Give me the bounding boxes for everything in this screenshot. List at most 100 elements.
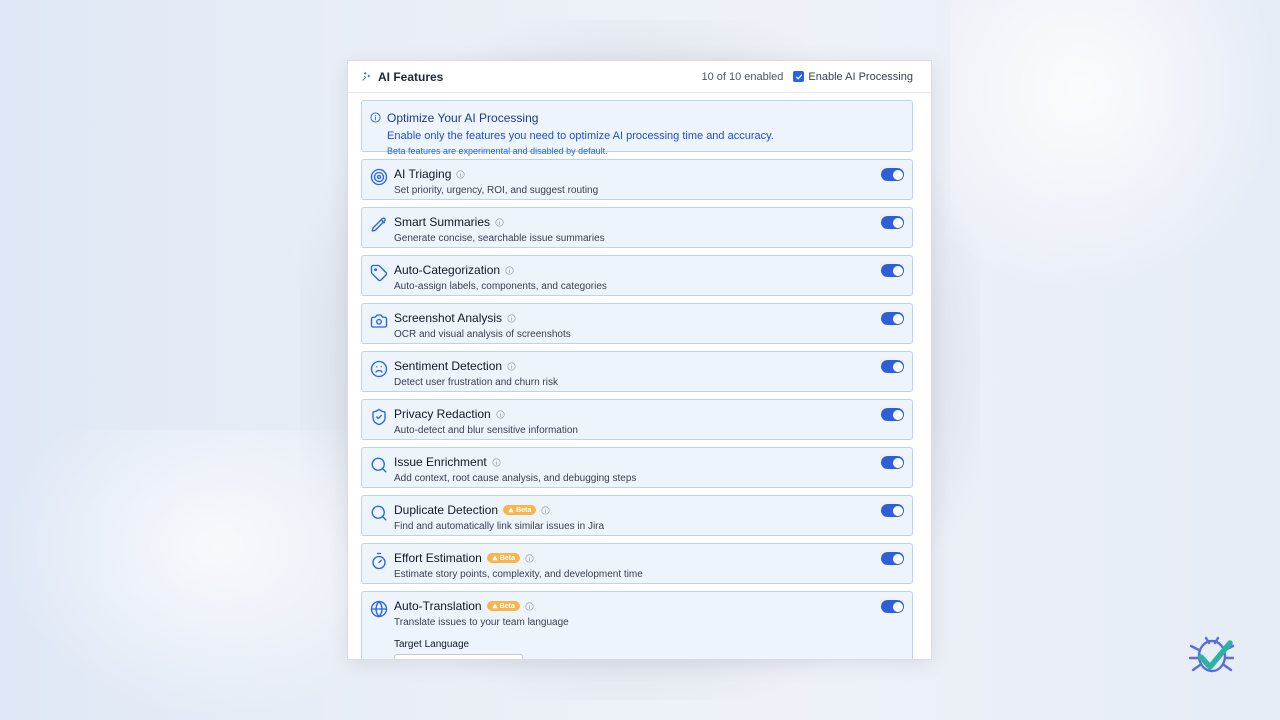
feature-description: Add context, root cause analysis, and de… <box>394 473 637 484</box>
target-language-label: Target Language <box>394 639 470 650</box>
search-icon <box>371 457 387 473</box>
info-description: Enable only the features you need to opt… <box>387 130 774 142</box>
feature-title-row: AI Triaging <box>394 167 902 181</box>
feature-title-row: Privacy Redaction <box>394 407 902 421</box>
feature-title: AI Triaging <box>394 167 452 181</box>
feature-title: Issue Enrichment <box>394 455 487 469</box>
beta-badge: Beta <box>486 601 520 611</box>
feature-toggle-effort-estimation[interactable] <box>881 552 904 565</box>
feature-description: OCR and visual analysis of screenshots <box>394 329 571 340</box>
info-icon[interactable] <box>495 217 504 227</box>
feature-description: Translate issues to your team language <box>394 617 569 628</box>
info-icon[interactable] <box>507 313 516 323</box>
page-title: AI Features <box>378 69 444 84</box>
feature-title-row: Auto-Translation Beta <box>394 599 902 613</box>
info-icon <box>370 112 381 123</box>
panel-header: AI Features 10 of 10 enabled Enable AI P… <box>348 61 931 93</box>
feature-toggle-auto-translation[interactable] <box>881 600 904 613</box>
feature-card-sentiment-detection: Sentiment Detection Detect user frustrat… <box>361 351 913 392</box>
feature-description: Set priority, urgency, ROI, and suggest … <box>394 185 599 196</box>
feature-title: Duplicate Detection <box>394 503 499 517</box>
info-banner: Optimize Your AI Processing Enable only … <box>361 100 913 156</box>
feature-title-row: Smart Summaries <box>394 215 902 229</box>
feature-card-issue-enrichment: Issue Enrichment Add context, root cause… <box>361 447 913 488</box>
warning-icon <box>508 507 514 513</box>
frown-icon <box>370 360 388 378</box>
stopwatch-icon <box>372 552 386 570</box>
feature-toggle-auto-categorization[interactable] <box>881 264 904 277</box>
feature-title: Effort Estimation <box>394 551 482 565</box>
feature-list: AI Triaging Set priority, urgency, ROI, … <box>361 159 913 659</box>
feature-title: Auto-Categorization <box>394 263 501 277</box>
feature-title-row: Screenshot Analysis <box>394 311 902 325</box>
info-title: Optimize Your AI Processing <box>387 111 539 125</box>
feature-title: Screenshot Analysis <box>394 311 503 325</box>
camera-icon <box>370 314 388 328</box>
panel-content: Optimize Your AI Processing Enable only … <box>348 93 931 659</box>
feature-description: Estimate story points, complexity, and d… <box>394 569 643 580</box>
beta-badge: Beta <box>486 553 521 563</box>
feature-toggle-screenshot-analysis[interactable] <box>881 312 904 325</box>
feature-toggle-duplicate-detection[interactable] <box>881 504 904 517</box>
beta-label: Beta <box>499 602 515 610</box>
feature-card-duplicate-detection: Duplicate Detection Beta Find and automa… <box>361 495 913 536</box>
enabled-count: 10 of 10 enabled <box>701 70 784 83</box>
feature-card-privacy-redaction: Privacy Redaction Auto-detect and blur s… <box>361 399 913 440</box>
feature-card-auto-categorization: Auto-Categorization Auto-assign labels, … <box>361 255 913 296</box>
info-icon[interactable] <box>525 553 534 563</box>
feature-title-row: Issue Enrichment <box>394 455 902 469</box>
info-icon[interactable] <box>525 601 534 611</box>
feature-card-smart-summaries: Smart Summaries Generate concise, search… <box>361 207 913 248</box>
info-note: Beta features are experimental and disab… <box>387 146 608 156</box>
feature-title-row: Auto-Categorization <box>394 263 902 277</box>
info-icon[interactable] <box>492 457 501 467</box>
header-right: 10 of 10 enabled Enable AI Processing <box>701 71 913 83</box>
target-language-select[interactable]: English <box>394 654 523 659</box>
feature-card-auto-translation: Auto-Translation Beta Translate issues t… <box>361 591 913 659</box>
checkbox-checked-icon[interactable] <box>793 71 805 82</box>
feature-toggle-smart-summaries[interactable] <box>881 216 904 229</box>
feature-description: Auto-detect and blur sensitive informati… <box>394 425 578 436</box>
feature-title-row: Effort Estimation Beta <box>394 551 902 565</box>
warning-icon <box>491 603 498 609</box>
feature-toggle-sentiment-detection[interactable] <box>881 360 904 373</box>
background-highlight <box>0 430 360 720</box>
feature-title: Auto-Translation <box>394 599 482 613</box>
warning-icon <box>492 555 498 561</box>
tag-icon <box>370 264 388 282</box>
target-language-value: English <box>403 658 439 659</box>
info-icon[interactable] <box>505 265 514 275</box>
info-text: Optimize Your AI Processing Enable only … <box>387 110 774 156</box>
feature-card-effort-estimation: Effort Estimation Beta Estimate story po… <box>361 543 913 584</box>
pencil-icon <box>371 217 386 232</box>
sparkles-icon <box>362 71 371 81</box>
info-icon[interactable] <box>456 169 465 179</box>
beta-badge: Beta <box>503 505 537 515</box>
info-icon[interactable] <box>496 409 505 419</box>
feature-card-screenshot-analysis: Screenshot Analysis OCR and visual analy… <box>361 303 913 344</box>
feature-toggle-privacy-redaction[interactable] <box>881 408 904 421</box>
beta-label: Beta <box>516 506 532 514</box>
feature-title: Smart Summaries <box>394 215 491 229</box>
feature-description: Auto-assign labels, components, and cate… <box>394 281 607 292</box>
info-icon[interactable] <box>541 505 550 515</box>
enable-ai-processing-label: Enable AI Processing <box>808 70 913 83</box>
header-left: AI Features <box>361 70 443 84</box>
feature-card-ai-triaging: AI Triaging Set priority, urgency, ROI, … <box>361 159 913 200</box>
bug-check-logo-icon <box>1188 636 1235 673</box>
beta-label: Beta <box>499 554 516 562</box>
shield-check-icon <box>372 408 386 426</box>
feature-description: Detect user frustration and churn risk <box>394 377 558 388</box>
info-icon[interactable] <box>507 361 516 371</box>
globe-icon <box>370 600 388 618</box>
enable-ai-processing-checkbox[interactable]: Enable AI Processing <box>793 71 913 83</box>
feature-title-row: Duplicate Detection Beta <box>394 503 902 517</box>
target-icon <box>370 168 388 186</box>
feature-toggle-issue-enrichment[interactable] <box>881 456 904 469</box>
ai-features-panel: AI Features 10 of 10 enabled Enable AI P… <box>347 60 932 660</box>
feature-title: Sentiment Detection <box>394 359 503 373</box>
feature-description: Find and automatically link similar issu… <box>394 521 605 532</box>
feature-title: Privacy Redaction <box>394 407 491 421</box>
feature-description: Generate concise, searchable issue summa… <box>394 233 605 244</box>
feature-toggle-ai-triaging[interactable] <box>881 168 904 181</box>
